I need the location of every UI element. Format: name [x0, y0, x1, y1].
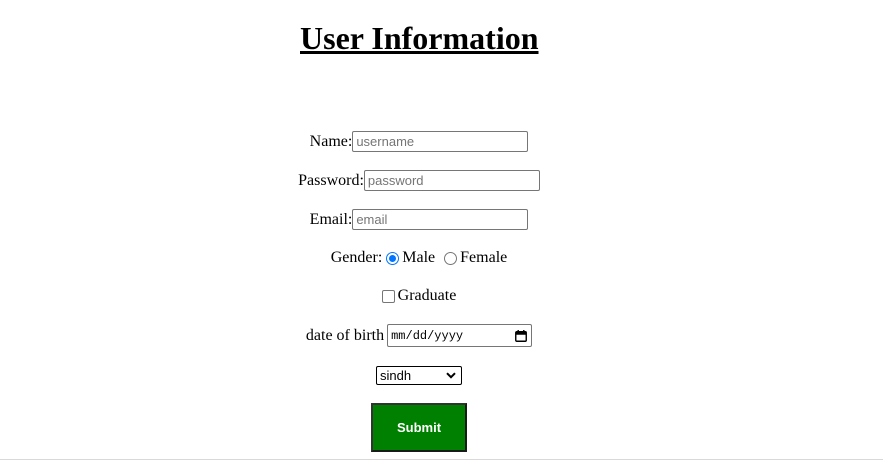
user-information-page: User Information Name: Password: Email: … — [0, 0, 883, 467]
province-select[interactable]: sindh — [376, 366, 462, 385]
dob-row: date of birth mm/dd/yyyy — [0, 324, 838, 347]
gender-row: Gender: Male Female — [0, 249, 838, 267]
dob-placeholder: mm/dd/yyyy — [391, 328, 464, 343]
calendar-icon[interactable] — [515, 329, 528, 342]
dob-input[interactable]: mm/dd/yyyy — [387, 324, 533, 347]
email-input[interactable] — [352, 209, 529, 230]
province-row: sindh — [0, 366, 838, 385]
graduate-checkbox[interactable] — [381, 289, 395, 303]
submit-button[interactable]: Submit — [371, 403, 467, 452]
province-selected-value: sindh — [380, 368, 412, 383]
password-label: Password: — [298, 171, 364, 189]
name-label: Name: — [309, 132, 353, 150]
email-row: Email: — [0, 209, 838, 230]
dob-label: date of birth — [305, 326, 385, 344]
name-row: Name: — [0, 131, 838, 152]
gender-female-radio[interactable] — [444, 251, 458, 265]
bottom-divider — [0, 459, 883, 460]
page-title: User Information — [300, 20, 539, 56]
submit-button-label: Submit — [396, 420, 442, 435]
password-input[interactable] — [363, 170, 540, 191]
graduate-row: Graduate — [0, 287, 838, 305]
graduate-label[interactable]: Graduate — [398, 287, 457, 305]
gender-male-label[interactable]: Male — [402, 249, 435, 267]
submit-row: Submit — [0, 403, 838, 452]
chevron-down-icon — [446, 372, 456, 379]
gender-male-radio[interactable] — [386, 251, 400, 265]
gender-label: Gender: — [330, 249, 383, 266]
password-row: Password: — [0, 170, 838, 191]
gender-female-label[interactable]: Female — [460, 249, 507, 267]
email-label: Email: — [309, 210, 353, 228]
name-input[interactable] — [352, 131, 529, 152]
